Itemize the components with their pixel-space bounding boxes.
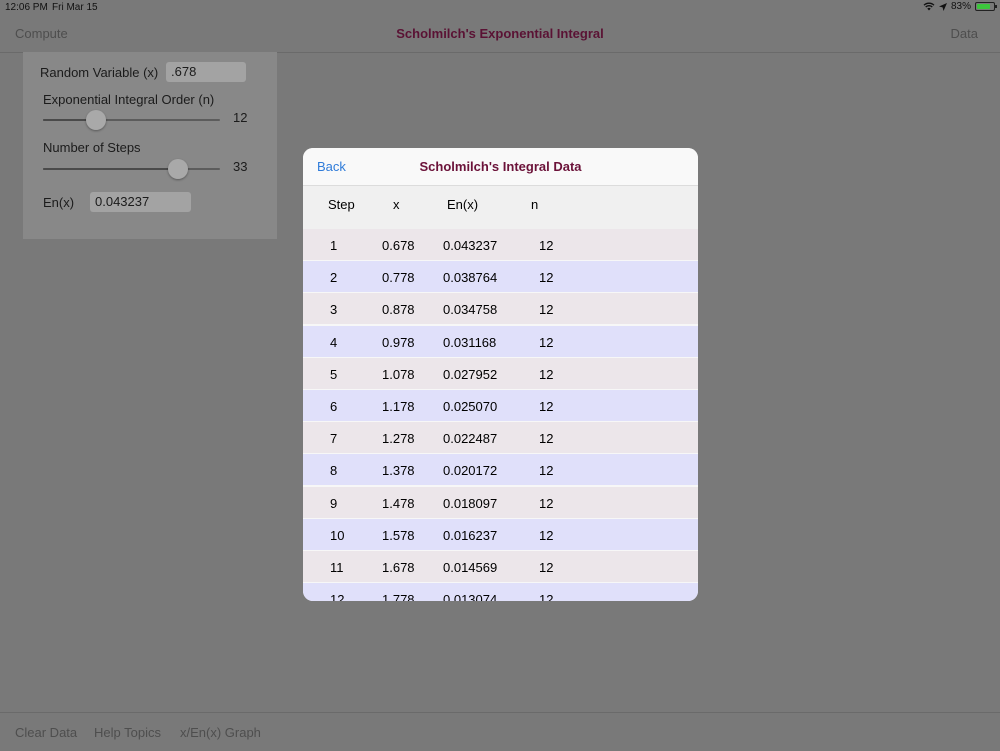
cell-n: 12 — [539, 334, 554, 350]
cell-step: 9 — [330, 495, 338, 511]
cell-x: 1.678 — [382, 560, 415, 575]
table-row[interactable]: 11 1.678 0.014569 12 — [303, 551, 698, 583]
order-slider-thumb[interactable] — [86, 110, 107, 130]
cell-en: 0.014569 — [443, 560, 498, 575]
cell-step: 3 — [330, 302, 338, 318]
order-value: 12 — [233, 110, 248, 125]
cell-x: 1.278 — [382, 431, 415, 447]
cell-en: 0.020172 — [443, 463, 498, 479]
cell-n: 12 — [539, 270, 554, 286]
clear-data-button[interactable]: Clear Data — [15, 725, 77, 740]
steps-slider-fill — [43, 168, 178, 170]
battery-fill — [977, 4, 991, 9]
cell-n: 12 — [539, 527, 554, 543]
status-right: 83% — [923, 1, 997, 12]
cell-n: 12 — [539, 366, 554, 382]
modal-title: Scholmilch's Integral Data — [419, 159, 582, 174]
random-variable-input[interactable]: .678 — [166, 62, 246, 82]
cell-n: 12 — [539, 238, 554, 253]
battery-percent: 83% — [950, 1, 971, 12]
cell-x: 1.478 — [382, 495, 415, 511]
en-label: En(x) — [43, 195, 75, 210]
cell-n: 12 — [539, 302, 554, 318]
table-row[interactable]: 8 1.378 0.020172 12 — [303, 454, 698, 487]
page-title: Scholmilch's Exponential Integral — [396, 26, 604, 41]
cell-x: 1.378 — [382, 463, 415, 479]
table-row[interactable]: 5 1.078 0.027952 12 — [303, 357, 698, 390]
steps-label: Number of Steps — [43, 140, 141, 155]
status-time: 12:06 PM — [5, 2, 48, 13]
cell-n: 12 — [539, 431, 554, 447]
table-row[interactable]: 12 1.778 0.013074 12 — [303, 583, 698, 601]
data-modal: Back Scholmilch's Integral Data Step x E… — [303, 148, 698, 601]
column-step: Step — [328, 197, 355, 212]
status-date: Fri Mar 15 — [52, 2, 98, 13]
data-button[interactable]: Data — [951, 26, 978, 41]
cell-step: 2 — [330, 270, 338, 286]
cell-step: 5 — [330, 366, 338, 382]
table-row[interactable]: 3 0.878 0.034758 12 — [303, 293, 698, 326]
navigation-bar: Compute Scholmilch's Exponential Integra… — [0, 16, 1000, 53]
cell-step: 4 — [330, 334, 338, 350]
battery-icon — [975, 2, 997, 11]
modal-header: Back Scholmilch's Integral Data — [303, 148, 698, 186]
cell-x: 1.578 — [382, 527, 415, 543]
cell-step: 1 — [330, 238, 338, 253]
wifi-icon — [923, 2, 935, 11]
cell-step: 12 — [330, 592, 345, 601]
status-bar: 12:06 PM Fri Mar 15 83% — [0, 0, 1000, 16]
table-row[interactable]: 7 1.278 0.022487 12 — [303, 422, 698, 455]
column-n: n — [531, 197, 539, 212]
steps-slider-thumb[interactable] — [167, 159, 188, 179]
cell-step: 8 — [330, 463, 338, 479]
order-label: Exponential Integral Order (n) — [43, 92, 215, 107]
cell-en: 0.022487 — [443, 431, 498, 447]
cell-x: 1.178 — [382, 399, 415, 414]
bottom-toolbar: Clear Data Help Topics x/En(x) Graph — [0, 712, 1000, 751]
column-en: En(x) — [447, 197, 479, 212]
random-variable-label: Random Variable (x) — [40, 65, 159, 80]
cell-step: 11 — [330, 560, 344, 575]
cell-en: 0.016237 — [443, 527, 498, 543]
order-slider[interactable] — [43, 110, 220, 130]
table-row[interactable]: 2 0.778 0.038764 12 — [303, 261, 698, 294]
cell-n: 12 — [539, 592, 554, 601]
table-row[interactable]: 10 1.578 0.016237 12 — [303, 518, 698, 551]
cell-en: 0.034758 — [443, 302, 498, 318]
cell-n: 12 — [539, 560, 554, 575]
cell-x: 0.878 — [382, 302, 415, 318]
input-panel: Random Variable (x) .678 Exponential Int… — [23, 52, 277, 239]
en-output-field[interactable]: 0.043237 — [90, 192, 191, 212]
help-topics-button[interactable]: Help Topics — [94, 725, 161, 740]
table-row[interactable]: 9 1.478 0.018097 12 — [303, 486, 698, 519]
table-row[interactable]: 1 0.678 0.043237 12 — [303, 229, 698, 261]
cell-step: 7 — [330, 431, 338, 447]
cell-step: 6 — [330, 399, 338, 414]
cell-step: 10 — [330, 527, 345, 543]
location-icon — [938, 2, 947, 11]
cell-en: 0.025070 — [443, 399, 498, 414]
cell-en: 0.018097 — [443, 495, 498, 511]
cell-n: 12 — [539, 463, 554, 479]
steps-slider[interactable] — [43, 159, 220, 179]
cell-en: 0.031168 — [443, 334, 497, 350]
cell-n: 12 — [539, 399, 554, 414]
table-header: Step x En(x) n — [303, 186, 698, 229]
steps-value: 33 — [233, 159, 248, 174]
cell-x: 0.978 — [382, 334, 415, 350]
cell-x: 0.678 — [382, 238, 415, 253]
cell-x: 0.778 — [382, 270, 415, 286]
cell-x: 1.778 — [382, 592, 415, 601]
graph-button[interactable]: x/En(x) Graph — [180, 725, 261, 740]
data-table[interactable]: 1 0.678 0.043237 12 2 0.778 0.038764 12 3 0.878 0.… — [303, 229, 698, 601]
table-row[interactable]: 6 1.178 0.025070 12 — [303, 390, 698, 422]
cell-en: 0.013074 — [443, 592, 498, 601]
cell-en: 0.043237 — [443, 238, 498, 253]
cell-x: 1.078 — [382, 366, 415, 382]
table-row[interactable]: 4 0.978 0.031168 12 — [303, 325, 698, 358]
cell-n: 12 — [539, 495, 554, 511]
column-x: x — [393, 197, 400, 212]
cell-en: 0.027952 — [443, 366, 498, 382]
cell-en: 0.038764 — [443, 270, 498, 286]
